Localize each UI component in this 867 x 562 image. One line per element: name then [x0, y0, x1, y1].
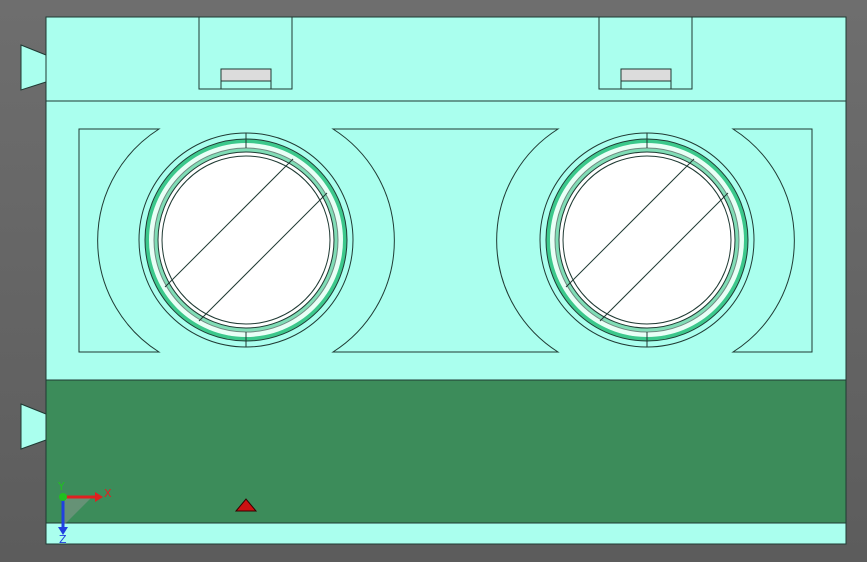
right-screw-icon[interactable]	[539, 132, 755, 348]
cad-graphics-viewport[interactable]: X Y Z	[0, 0, 867, 562]
triad-y-label: Y	[57, 480, 65, 493]
triad-x-label: X	[104, 487, 112, 500]
triad-z-label: Z	[59, 533, 67, 546]
part-body-top	[45, 16, 847, 102]
terminal-block-front-view[interactable]: X Y Z	[0, 0, 867, 562]
part-base-green	[45, 379, 847, 524]
part-body-bottom-strip	[45, 522, 847, 545]
left-screw-icon[interactable]	[138, 132, 354, 348]
